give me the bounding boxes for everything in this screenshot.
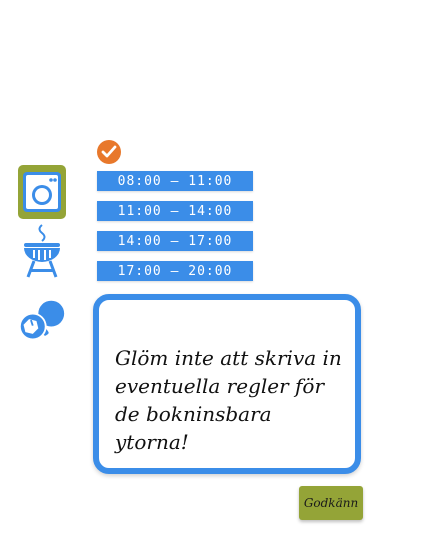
time-slot[interactable]: 14:00 – 17:00 [97, 231, 253, 251]
clock-icon [96, 139, 122, 165]
facility-grill-button[interactable] [18, 224, 66, 280]
washing-machine-icon [23, 172, 61, 212]
facility-laundry-button[interactable] [18, 165, 66, 219]
grill-icon [24, 224, 60, 278]
facility-sports-button[interactable] [18, 294, 66, 348]
ball-and-paddle-icon [18, 300, 65, 341]
approve-button[interactable]: Godkänn [299, 486, 363, 520]
note-box: Glöm inte att skriva in eventuella regle… [93, 294, 361, 474]
time-slot[interactable]: 17:00 – 20:00 [97, 261, 253, 281]
note-text: Glöm inte att skriva in eventuella regle… [115, 346, 342, 454]
time-slot[interactable]: 11:00 – 14:00 [97, 201, 253, 221]
time-slot[interactable]: 08:00 – 11:00 [97, 171, 253, 191]
